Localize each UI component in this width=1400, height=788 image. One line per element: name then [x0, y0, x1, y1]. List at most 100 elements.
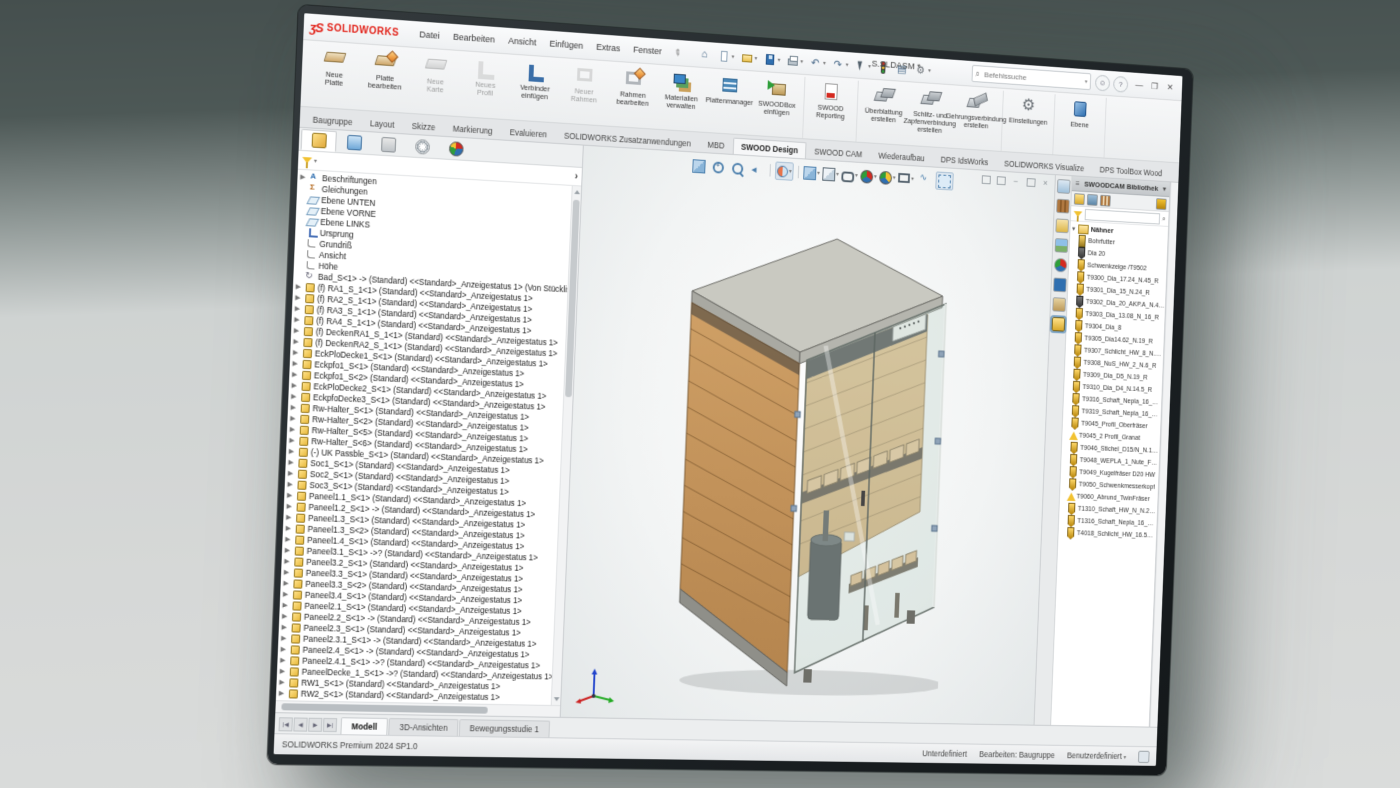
- expand-arrow-icon[interactable]: ▶: [279, 656, 286, 664]
- expand-arrow-icon[interactable]: ▶: [289, 414, 296, 422]
- expand-arrow-icon[interactable]: ▶: [285, 513, 292, 521]
- expand-arrow-icon[interactable]: ▶: [295, 282, 302, 290]
- ribbon-einstellungen[interactable]: Einstellungen: [1004, 91, 1052, 154]
- expand-arrow-icon[interactable]: ▶: [279, 667, 286, 675]
- expand-arrow-icon[interactable]: ▶: [291, 381, 298, 389]
- hud-zoom-area-button[interactable]: [710, 158, 727, 175]
- ribbon-ebene[interactable]: Ebene: [1056, 94, 1103, 157]
- qa-redo-button[interactable]: [829, 55, 850, 73]
- expand-arrow-icon[interactable]: ▶: [288, 447, 295, 455]
- menu-fenster[interactable]: Fenster: [626, 41, 668, 59]
- expand-arrow-icon[interactable]: ▶: [281, 623, 288, 631]
- hud-section-view-button[interactable]: [775, 161, 794, 180]
- taskpane-tab-view-palette[interactable]: [1054, 238, 1068, 253]
- minimize-button[interactable]: —: [1132, 78, 1146, 92]
- expand-arrow-icon[interactable]: ▶: [294, 304, 301, 312]
- doc-window-2-button[interactable]: [995, 174, 1007, 186]
- library-filter-icon[interactable]: [1073, 211, 1082, 217]
- expand-arrow-icon[interactable]: ▶: [283, 568, 290, 576]
- graphics-viewport[interactable]: −×: [561, 146, 1055, 725]
- doc-restore-button[interactable]: [1025, 176, 1037, 188]
- feature-tab-assembly[interactable]: [301, 128, 337, 151]
- expand-arrow-icon[interactable]: ▶: [284, 546, 291, 554]
- ribbon-rahmen-bearbeiten[interactable]: Rahmen bearbeiten: [607, 63, 658, 128]
- tab-skizze[interactable]: Skizze: [403, 116, 445, 135]
- hud-zoom-fit-button[interactable]: [690, 157, 707, 174]
- expand-arrow-icon[interactable]: ▶: [294, 293, 301, 301]
- tab-mbd[interactable]: MBD: [699, 135, 733, 154]
- qa-save-button[interactable]: [761, 50, 783, 68]
- hud-previous-view-button[interactable]: [748, 161, 765, 178]
- model-3d[interactable]: [665, 194, 957, 705]
- menu-ansicht[interactable]: Ansicht: [501, 32, 543, 51]
- ribbon-überblattung-erstellen[interactable]: Überblattung erstellen: [859, 81, 908, 145]
- ribbon-gehrungsverbindung-erstellen[interactable]: Gehrungsverbindung erstellen: [952, 87, 1000, 150]
- close-button[interactable]: ✕: [1163, 80, 1177, 94]
- feature-tab-dimxpert[interactable]: [405, 136, 439, 157]
- panel-lib-button[interactable]: [1100, 194, 1111, 206]
- qa-print-button[interactable]: [784, 52, 806, 70]
- expand-arrow-icon[interactable]: ▶: [293, 326, 300, 334]
- tab-nav-2[interactable]: ◀: [293, 717, 307, 731]
- expand-arrow-icon[interactable]: ▶: [282, 601, 289, 609]
- panel-pin-icon[interactable]: ▾: [1162, 185, 1167, 194]
- tab-layout[interactable]: Layout: [361, 114, 403, 133]
- expand-arrow-icon[interactable]: ▶: [280, 634, 287, 642]
- qa-home-button[interactable]: [695, 46, 713, 64]
- library-search-icon[interactable]: ⌕: [1162, 214, 1166, 224]
- hud-magnifier-button[interactable]: [729, 160, 746, 177]
- tab-nav-4[interactable]: ▶|: [323, 718, 337, 732]
- hud-view-settings-button[interactable]: [898, 170, 915, 187]
- help-help-button[interactable]: ?: [1113, 75, 1128, 92]
- panel-add-button[interactable]: [1074, 193, 1085, 205]
- ribbon-platte-bearbeiten[interactable]: Platte bearbeiten: [358, 46, 411, 113]
- expand-arrow-icon[interactable]: ▶: [288, 458, 295, 466]
- filter-icon[interactable]: [302, 157, 312, 164]
- study-tab-bewegungsstudie-1[interactable]: Bewegungsstudie 1: [459, 719, 550, 737]
- ribbon-plattenmanager[interactable]: Plattenmanager: [704, 70, 754, 135]
- ribbon-verbinder-einfügen[interactable]: Verbinder einfügen: [509, 57, 561, 123]
- feature-tab-config[interactable]: [371, 134, 405, 155]
- doc-close-button[interactable]: ×: [1040, 177, 1052, 189]
- hud-apply-scene-button[interactable]: [879, 169, 896, 186]
- ribbon-neue-platte[interactable]: Neue Platte: [307, 43, 361, 110]
- command-search[interactable]: ⌕ ▾: [972, 65, 1092, 90]
- expand-arrow-icon[interactable]: ▶: [287, 469, 294, 477]
- taskpane-tab-swoodcam[interactable]: [1051, 317, 1065, 332]
- doc-window-1-button[interactable]: [980, 173, 992, 185]
- expand-arrow-icon[interactable]: ▶: [293, 315, 300, 323]
- expand-arrow-icon[interactable]: ▶: [285, 524, 292, 532]
- feature-tab-display[interactable]: [439, 138, 472, 159]
- expand-arrow-icon[interactable]: ▶: [286, 491, 293, 499]
- expand-arrow-icon[interactable]: ▶: [287, 480, 294, 488]
- menu-extras[interactable]: Extras: [589, 39, 627, 57]
- hud-display-style-button[interactable]: [822, 165, 839, 182]
- study-tab-modell[interactable]: Modell: [340, 717, 388, 735]
- study-tab-3d-ansichten[interactable]: 3D-Ansichten: [388, 718, 458, 736]
- expand-arrow-icon[interactable]: ▶: [280, 645, 287, 653]
- expand-arrow-icon[interactable]: ▶: [293, 337, 300, 345]
- hud-swood-curve-button[interactable]: [917, 171, 934, 188]
- tab-evaluieren[interactable]: Evaluieren: [501, 123, 556, 143]
- filter-dropdown-icon[interactable]: ▾: [314, 157, 317, 164]
- expand-arrow-icon[interactable]: ▶: [288, 436, 295, 444]
- expand-arrow-icon[interactable]: ▶: [292, 348, 299, 356]
- qa-select-button[interactable]: [852, 57, 873, 75]
- expand-arrow-icon[interactable]: ▶: [290, 392, 297, 400]
- taskpane-tab-swood[interactable]: [1052, 297, 1066, 312]
- qa-undo-button[interactable]: [806, 54, 828, 72]
- expand-arrow-icon[interactable]: ▶: [281, 612, 288, 620]
- tab-baugruppe[interactable]: Baugruppe: [304, 110, 362, 131]
- menu-bearbeiten[interactable]: Bearbeiten: [446, 28, 502, 48]
- taskpane-tab-resources[interactable]: [1056, 179, 1070, 194]
- hud-hide-show-items-button[interactable]: [841, 167, 858, 184]
- panel-save-button[interactable]: [1087, 194, 1098, 206]
- search-dropdown-icon[interactable]: ▾: [1085, 78, 1088, 85]
- restore-button[interactable]: ❐: [1148, 79, 1162, 93]
- qa-open-button[interactable]: [738, 49, 760, 67]
- hud-edit-appearance-button[interactable]: [860, 168, 877, 185]
- search-input[interactable]: [982, 69, 1082, 86]
- taskpane-tab-design-library[interactable]: [1056, 199, 1070, 214]
- ribbon-swoodbox-einfügen[interactable]: SWOODBox einfügen: [752, 73, 802, 138]
- qa-new-button[interactable]: [715, 47, 737, 65]
